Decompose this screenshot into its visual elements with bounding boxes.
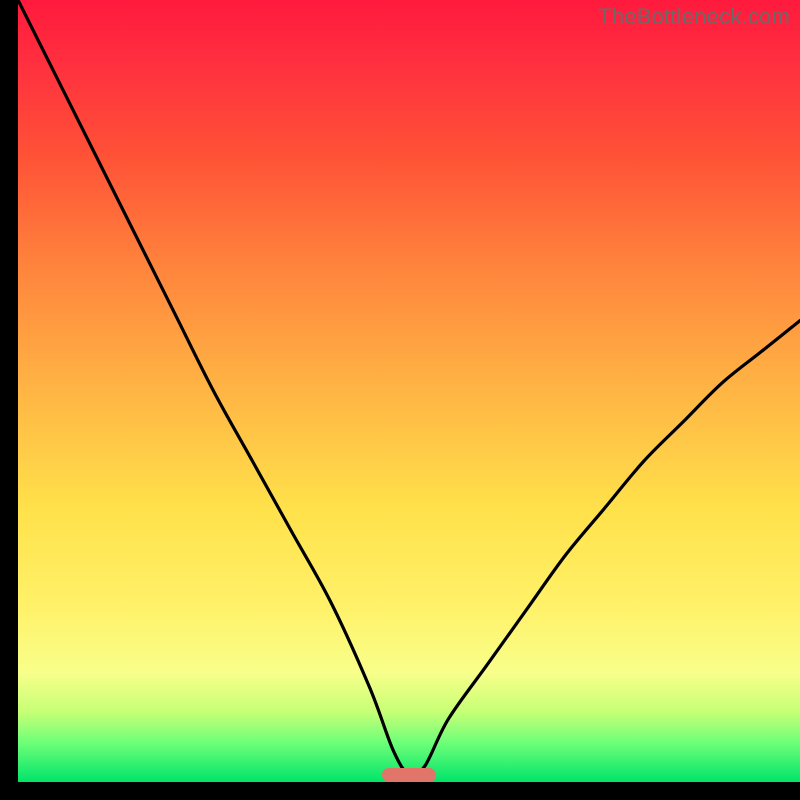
axis-bottom [0,782,800,800]
optimal-marker [382,768,437,782]
plot-area: TheBottleneck.com [18,0,800,782]
chart-stage: TheBottleneck.com [0,0,800,800]
bottleneck-curve [18,0,800,782]
axis-left [0,0,18,800]
